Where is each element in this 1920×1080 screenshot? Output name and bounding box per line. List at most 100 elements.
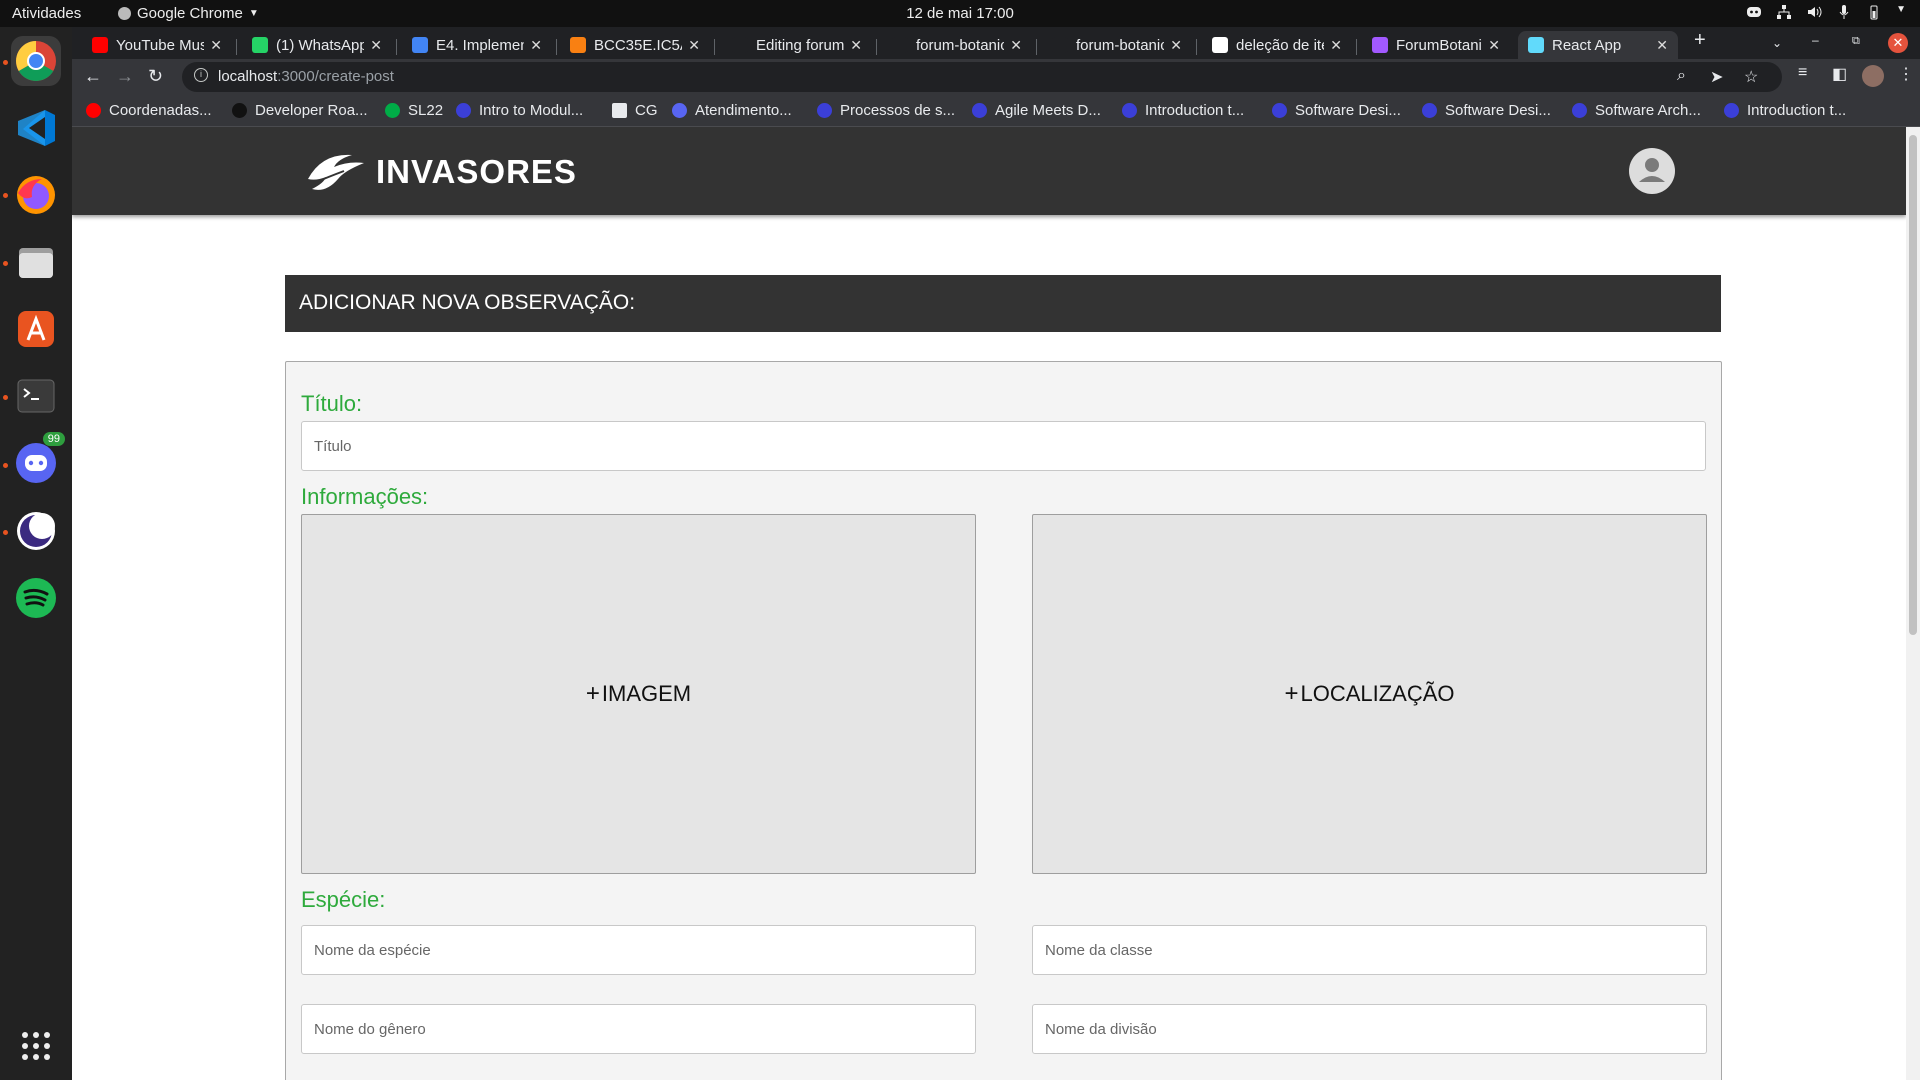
- bookmark-label: Agile Meets D...: [995, 102, 1101, 119]
- zoom-icon[interactable]: ⌕: [1677, 67, 1686, 85]
- close-tab-icon[interactable]: ✕: [1656, 37, 1668, 54]
- side-panel-icon[interactable]: ◧: [1832, 64, 1847, 84]
- dock-firefox[interactable]: [11, 170, 61, 220]
- site-info-icon[interactable]: i: [194, 68, 208, 82]
- app-menu-label: Google Chrome: [137, 5, 243, 22]
- close-tab-icon[interactable]: ✕: [1330, 37, 1342, 54]
- dock-terminal[interactable]: [11, 371, 61, 421]
- close-tab-icon[interactable]: ✕: [688, 37, 700, 54]
- bookmark-item[interactable]: Software Arch...: [1572, 102, 1701, 119]
- browser-tab[interactable]: Editing forum- ✕: [722, 31, 872, 59]
- bookmark-item[interactable]: CG: [612, 102, 658, 119]
- bookmark-star-icon[interactable]: ☆: [1744, 67, 1758, 87]
- add-location-button[interactable]: + LOCALIZAÇÃO: [1032, 514, 1707, 874]
- new-tab-button[interactable]: +: [1694, 29, 1706, 52]
- browser-tab[interactable]: ForumBotanica ✕: [1362, 31, 1510, 59]
- tab-search-button[interactable]: ⌄: [1772, 36, 1782, 50]
- forward-button[interactable]: →: [116, 66, 134, 87]
- scrollbar-thumb[interactable]: [1909, 135, 1917, 635]
- dock-app-center[interactable]: [11, 304, 61, 354]
- bookmark-label: Software Arch...: [1595, 102, 1701, 119]
- bookmark-item[interactable]: Software Desi...: [1272, 102, 1401, 119]
- address-bar[interactable]: i localhost:3000/create-post ⌕ ➤ ☆: [182, 62, 1782, 92]
- bookmark-item[interactable]: Introduction t...: [1724, 102, 1846, 119]
- youtube-icon: [92, 37, 108, 53]
- clock[interactable]: 12 de mai 17:00: [0, 5, 1920, 22]
- kebab-menu-icon[interactable]: ⋮: [1898, 64, 1914, 84]
- dock-spotify[interactable]: [11, 573, 61, 623]
- close-window-button[interactable]: ✕: [1888, 33, 1908, 53]
- browser-tab[interactable]: deleção de itens ✕: [1202, 31, 1352, 59]
- user-avatar[interactable]: [1629, 148, 1675, 194]
- back-button[interactable]: ←: [84, 66, 102, 87]
- caret-down-icon[interactable]: ▼: [1896, 4, 1906, 20]
- microphone-icon[interactable]: [1836, 4, 1852, 20]
- bookmark-item[interactable]: Atendimento...: [672, 102, 792, 119]
- bookmark-item[interactable]: Introduction t...: [1122, 102, 1244, 119]
- close-tab-icon[interactable]: ✕: [370, 37, 382, 54]
- system-tray[interactable]: ▼: [1746, 4, 1906, 20]
- browser-window: YouTube Music✕ (1) WhatsApp✕ E4. Implement…: [72, 27, 1920, 1080]
- reload-button[interactable]: ↻: [148, 66, 163, 87]
- bookmark-item[interactable]: Intro to Modul...: [456, 102, 583, 119]
- bookmark-item[interactable]: SL22: [385, 102, 443, 119]
- add-image-button[interactable]: + IMAGEM: [301, 514, 976, 874]
- moon-app-icon: [17, 512, 55, 550]
- bookmark-item[interactable]: Developer Roa...: [232, 102, 368, 119]
- whatsapp-icon: [252, 37, 268, 53]
- show-apps-button[interactable]: [11, 1021, 61, 1071]
- bookmark-item[interactable]: Software Desi...: [1422, 102, 1551, 119]
- class-name-input[interactable]: [1032, 925, 1707, 975]
- division-name-input[interactable]: [1032, 1004, 1707, 1054]
- browser-tab[interactable]: (1) WhatsApp ✕: [242, 31, 392, 59]
- profile-avatar[interactable]: [1862, 65, 1884, 87]
- title-input[interactable]: [301, 421, 1706, 471]
- browser-tab[interactable]: React App ✕: [1518, 31, 1678, 59]
- close-tab-icon[interactable]: ✕: [850, 37, 862, 54]
- browser-tab[interactable]: E4. Implementação ✕: [402, 31, 552, 59]
- dock-vscode[interactable]: [11, 103, 61, 153]
- activities-button[interactable]: Atividades: [12, 5, 81, 22]
- running-indicator: [3, 193, 8, 198]
- volume-icon[interactable]: [1806, 4, 1822, 20]
- dock-moon-app[interactable]: [11, 506, 61, 556]
- bookmark-item[interactable]: Processos de s...: [817, 102, 955, 119]
- tab-label: React App: [1552, 36, 1622, 54]
- firefox-icon: [17, 176, 55, 214]
- moodle-icon: [570, 37, 586, 53]
- tab-separator: [1036, 39, 1037, 55]
- logo[interactable]: INVASORES: [304, 149, 577, 195]
- coursera-icon: [1572, 103, 1587, 118]
- page-scrollbar[interactable]: [1906, 127, 1920, 1080]
- react-icon: [1528, 37, 1544, 53]
- minimize-button[interactable]: –: [1812, 33, 1819, 47]
- species-name-input[interactable]: [301, 925, 976, 975]
- battery-icon[interactable]: [1866, 4, 1882, 20]
- figma-icon: [1372, 37, 1388, 53]
- discord-tray-icon[interactable]: [1746, 4, 1762, 20]
- url-text[interactable]: localhost:3000/create-post: [218, 68, 394, 85]
- reading-list-icon[interactable]: ≡: [1798, 64, 1807, 82]
- browser-tab[interactable]: BCC35E.IC5A_ ✕: [560, 31, 710, 59]
- browser-tab[interactable]: forum-botanica ✕: [882, 31, 1032, 59]
- network-icon[interactable]: [1776, 4, 1792, 20]
- dock-chrome[interactable]: [11, 36, 61, 86]
- bookmark-item[interactable]: Agile Meets D...: [972, 102, 1101, 119]
- genus-name-input[interactable]: [301, 1004, 976, 1054]
- dock-discord[interactable]: 99: [11, 432, 65, 488]
- close-tab-icon[interactable]: ✕: [1488, 37, 1500, 54]
- dock-files[interactable]: [11, 237, 61, 287]
- send-icon[interactable]: ➤: [1710, 67, 1723, 87]
- app-menu[interactable]: Google Chrome ▼: [118, 5, 259, 22]
- browser-tab[interactable]: YouTube Music ✕: [82, 31, 232, 59]
- close-tab-icon[interactable]: ✕: [530, 37, 542, 54]
- bookmark-item[interactable]: Coordenadas...: [86, 102, 212, 119]
- close-tab-icon[interactable]: ✕: [1010, 37, 1022, 54]
- browser-tab[interactable]: forum-botanica ✕: [1042, 31, 1192, 59]
- close-tab-icon[interactable]: ✕: [1170, 37, 1182, 54]
- restore-button[interactable]: ⧉: [1852, 35, 1860, 48]
- system-top-bar: Atividades Google Chrome ▼ 12 de mai 17:…: [0, 0, 1920, 27]
- notification-badge: 99: [42, 432, 65, 446]
- bird-logo-icon: [308, 154, 364, 190]
- close-tab-icon[interactable]: ✕: [210, 37, 222, 54]
